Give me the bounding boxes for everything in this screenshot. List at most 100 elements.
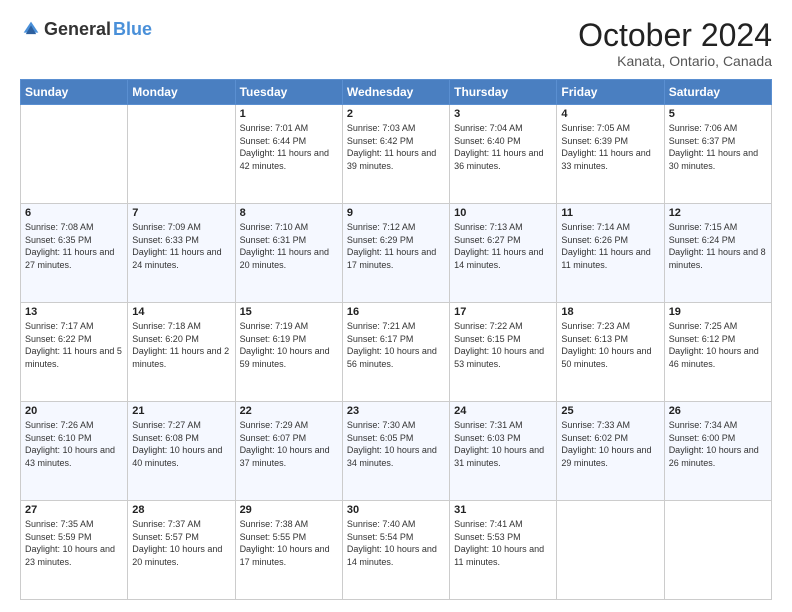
cell-info: Sunset: 6:03 PM (454, 432, 552, 445)
cell-info: Daylight: 10 hours and 11 minutes. (454, 543, 552, 568)
cell-info: Sunrise: 7:04 AM (454, 122, 552, 135)
day-number: 11 (561, 207, 659, 219)
calendar-cell: 17Sunrise: 7:22 AMSunset: 6:15 PMDayligh… (450, 303, 557, 402)
calendar-cell: 12Sunrise: 7:15 AMSunset: 6:24 PMDayligh… (664, 204, 771, 303)
cell-info: Sunrise: 7:01 AM (240, 122, 338, 135)
location: Kanata, Ontario, Canada (578, 53, 772, 69)
calendar-cell: 27Sunrise: 7:35 AMSunset: 5:59 PMDayligh… (21, 501, 128, 600)
calendar-cell: 9Sunrise: 7:12 AMSunset: 6:29 PMDaylight… (342, 204, 449, 303)
cell-info: Sunset: 6:42 PM (347, 135, 445, 148)
cell-info: Sunrise: 7:34 AM (669, 419, 767, 432)
cell-info: Daylight: 11 hours and 14 minutes. (454, 246, 552, 271)
cell-info: Sunrise: 7:25 AM (669, 320, 767, 333)
calendar-cell: 22Sunrise: 7:29 AMSunset: 6:07 PMDayligh… (235, 402, 342, 501)
cell-info: Sunset: 6:33 PM (132, 234, 230, 247)
cell-info: Sunset: 6:15 PM (454, 333, 552, 346)
calendar-cell: 23Sunrise: 7:30 AMSunset: 6:05 PMDayligh… (342, 402, 449, 501)
cell-info: Sunset: 5:53 PM (454, 531, 552, 544)
day-number: 15 (240, 306, 338, 318)
cell-info: Sunrise: 7:22 AM (454, 320, 552, 333)
calendar-table: SundayMondayTuesdayWednesdayThursdayFrid… (20, 79, 772, 600)
week-row-0: 1Sunrise: 7:01 AMSunset: 6:44 PMDaylight… (21, 105, 772, 204)
day-number: 18 (561, 306, 659, 318)
calendar-cell: 30Sunrise: 7:40 AMSunset: 5:54 PMDayligh… (342, 501, 449, 600)
calendar-cell: 10Sunrise: 7:13 AMSunset: 6:27 PMDayligh… (450, 204, 557, 303)
cell-info: Sunrise: 7:05 AM (561, 122, 659, 135)
cell-info: Daylight: 11 hours and 11 minutes. (561, 246, 659, 271)
cell-info: Sunset: 5:55 PM (240, 531, 338, 544)
cell-info: Daylight: 10 hours and 37 minutes. (240, 444, 338, 469)
cell-info: Sunrise: 7:10 AM (240, 221, 338, 234)
cell-info: Sunrise: 7:15 AM (669, 221, 767, 234)
cell-info: Sunrise: 7:33 AM (561, 419, 659, 432)
cell-info: Sunset: 6:13 PM (561, 333, 659, 346)
calendar-cell: 26Sunrise: 7:34 AMSunset: 6:00 PMDayligh… (664, 402, 771, 501)
cell-info: Sunrise: 7:27 AM (132, 419, 230, 432)
calendar-cell: 24Sunrise: 7:31 AMSunset: 6:03 PMDayligh… (450, 402, 557, 501)
day-number: 23 (347, 405, 445, 417)
weekday-header-saturday: Saturday (664, 80, 771, 105)
cell-info: Daylight: 10 hours and 43 minutes. (25, 444, 123, 469)
calendar-cell: 21Sunrise: 7:27 AMSunset: 6:08 PMDayligh… (128, 402, 235, 501)
cell-info: Sunrise: 7:21 AM (347, 320, 445, 333)
cell-info: Sunrise: 7:37 AM (132, 518, 230, 531)
page: GeneralBlue October 2024 Kanata, Ontario… (0, 0, 792, 612)
cell-info: Sunrise: 7:30 AM (347, 419, 445, 432)
calendar-cell: 8Sunrise: 7:10 AMSunset: 6:31 PMDaylight… (235, 204, 342, 303)
weekday-header-thursday: Thursday (450, 80, 557, 105)
calendar-cell: 11Sunrise: 7:14 AMSunset: 6:26 PMDayligh… (557, 204, 664, 303)
weekday-header-tuesday: Tuesday (235, 80, 342, 105)
cell-info: Daylight: 10 hours and 40 minutes. (132, 444, 230, 469)
cell-info: Sunrise: 7:09 AM (132, 221, 230, 234)
cell-info: Sunset: 6:44 PM (240, 135, 338, 148)
cell-info: Daylight: 10 hours and 31 minutes. (454, 444, 552, 469)
day-number: 9 (347, 207, 445, 219)
calendar-cell (128, 105, 235, 204)
cell-info: Sunset: 6:17 PM (347, 333, 445, 346)
cell-info: Sunset: 6:29 PM (347, 234, 445, 247)
cell-info: Daylight: 11 hours and 5 minutes. (25, 345, 123, 370)
cell-info: Daylight: 11 hours and 39 minutes. (347, 147, 445, 172)
weekday-header-sunday: Sunday (21, 80, 128, 105)
cell-info: Sunset: 6:02 PM (561, 432, 659, 445)
calendar-cell: 1Sunrise: 7:01 AMSunset: 6:44 PMDaylight… (235, 105, 342, 204)
day-number: 31 (454, 504, 552, 516)
month-title: October 2024 (578, 18, 772, 53)
logo-area: GeneralBlue (20, 18, 152, 40)
cell-info: Sunrise: 7:41 AM (454, 518, 552, 531)
cell-info: Sunset: 6:20 PM (132, 333, 230, 346)
calendar-cell: 15Sunrise: 7:19 AMSunset: 6:19 PMDayligh… (235, 303, 342, 402)
calendar-cell (21, 105, 128, 204)
cell-info: Daylight: 10 hours and 17 minutes. (240, 543, 338, 568)
calendar-cell: 20Sunrise: 7:26 AMSunset: 6:10 PMDayligh… (21, 402, 128, 501)
logo-general: General (44, 19, 111, 40)
calendar-cell: 29Sunrise: 7:38 AMSunset: 5:55 PMDayligh… (235, 501, 342, 600)
logo-text: GeneralBlue (20, 18, 152, 40)
cell-info: Daylight: 11 hours and 30 minutes. (669, 147, 767, 172)
cell-info: Sunset: 6:39 PM (561, 135, 659, 148)
week-row-2: 13Sunrise: 7:17 AMSunset: 6:22 PMDayligh… (21, 303, 772, 402)
day-number: 10 (454, 207, 552, 219)
calendar-cell (664, 501, 771, 600)
cell-info: Daylight: 10 hours and 29 minutes. (561, 444, 659, 469)
cell-info: Sunset: 6:31 PM (240, 234, 338, 247)
cell-info: Daylight: 11 hours and 42 minutes. (240, 147, 338, 172)
cell-info: Sunrise: 7:40 AM (347, 518, 445, 531)
cell-info: Sunrise: 7:31 AM (454, 419, 552, 432)
calendar-cell (557, 501, 664, 600)
day-number: 20 (25, 405, 123, 417)
cell-info: Sunset: 6:19 PM (240, 333, 338, 346)
day-number: 6 (25, 207, 123, 219)
cell-info: Daylight: 10 hours and 56 minutes. (347, 345, 445, 370)
cell-info: Daylight: 10 hours and 14 minutes. (347, 543, 445, 568)
cell-info: Daylight: 11 hours and 33 minutes. (561, 147, 659, 172)
cell-info: Sunset: 6:27 PM (454, 234, 552, 247)
cell-info: Sunset: 6:12 PM (669, 333, 767, 346)
cell-info: Sunrise: 7:26 AM (25, 419, 123, 432)
cell-info: Daylight: 11 hours and 2 minutes. (132, 345, 230, 370)
calendar-cell: 2Sunrise: 7:03 AMSunset: 6:42 PMDaylight… (342, 105, 449, 204)
day-number: 12 (669, 207, 767, 219)
cell-info: Sunset: 5:59 PM (25, 531, 123, 544)
weekday-header-friday: Friday (557, 80, 664, 105)
calendar-cell: 5Sunrise: 7:06 AMSunset: 6:37 PMDaylight… (664, 105, 771, 204)
